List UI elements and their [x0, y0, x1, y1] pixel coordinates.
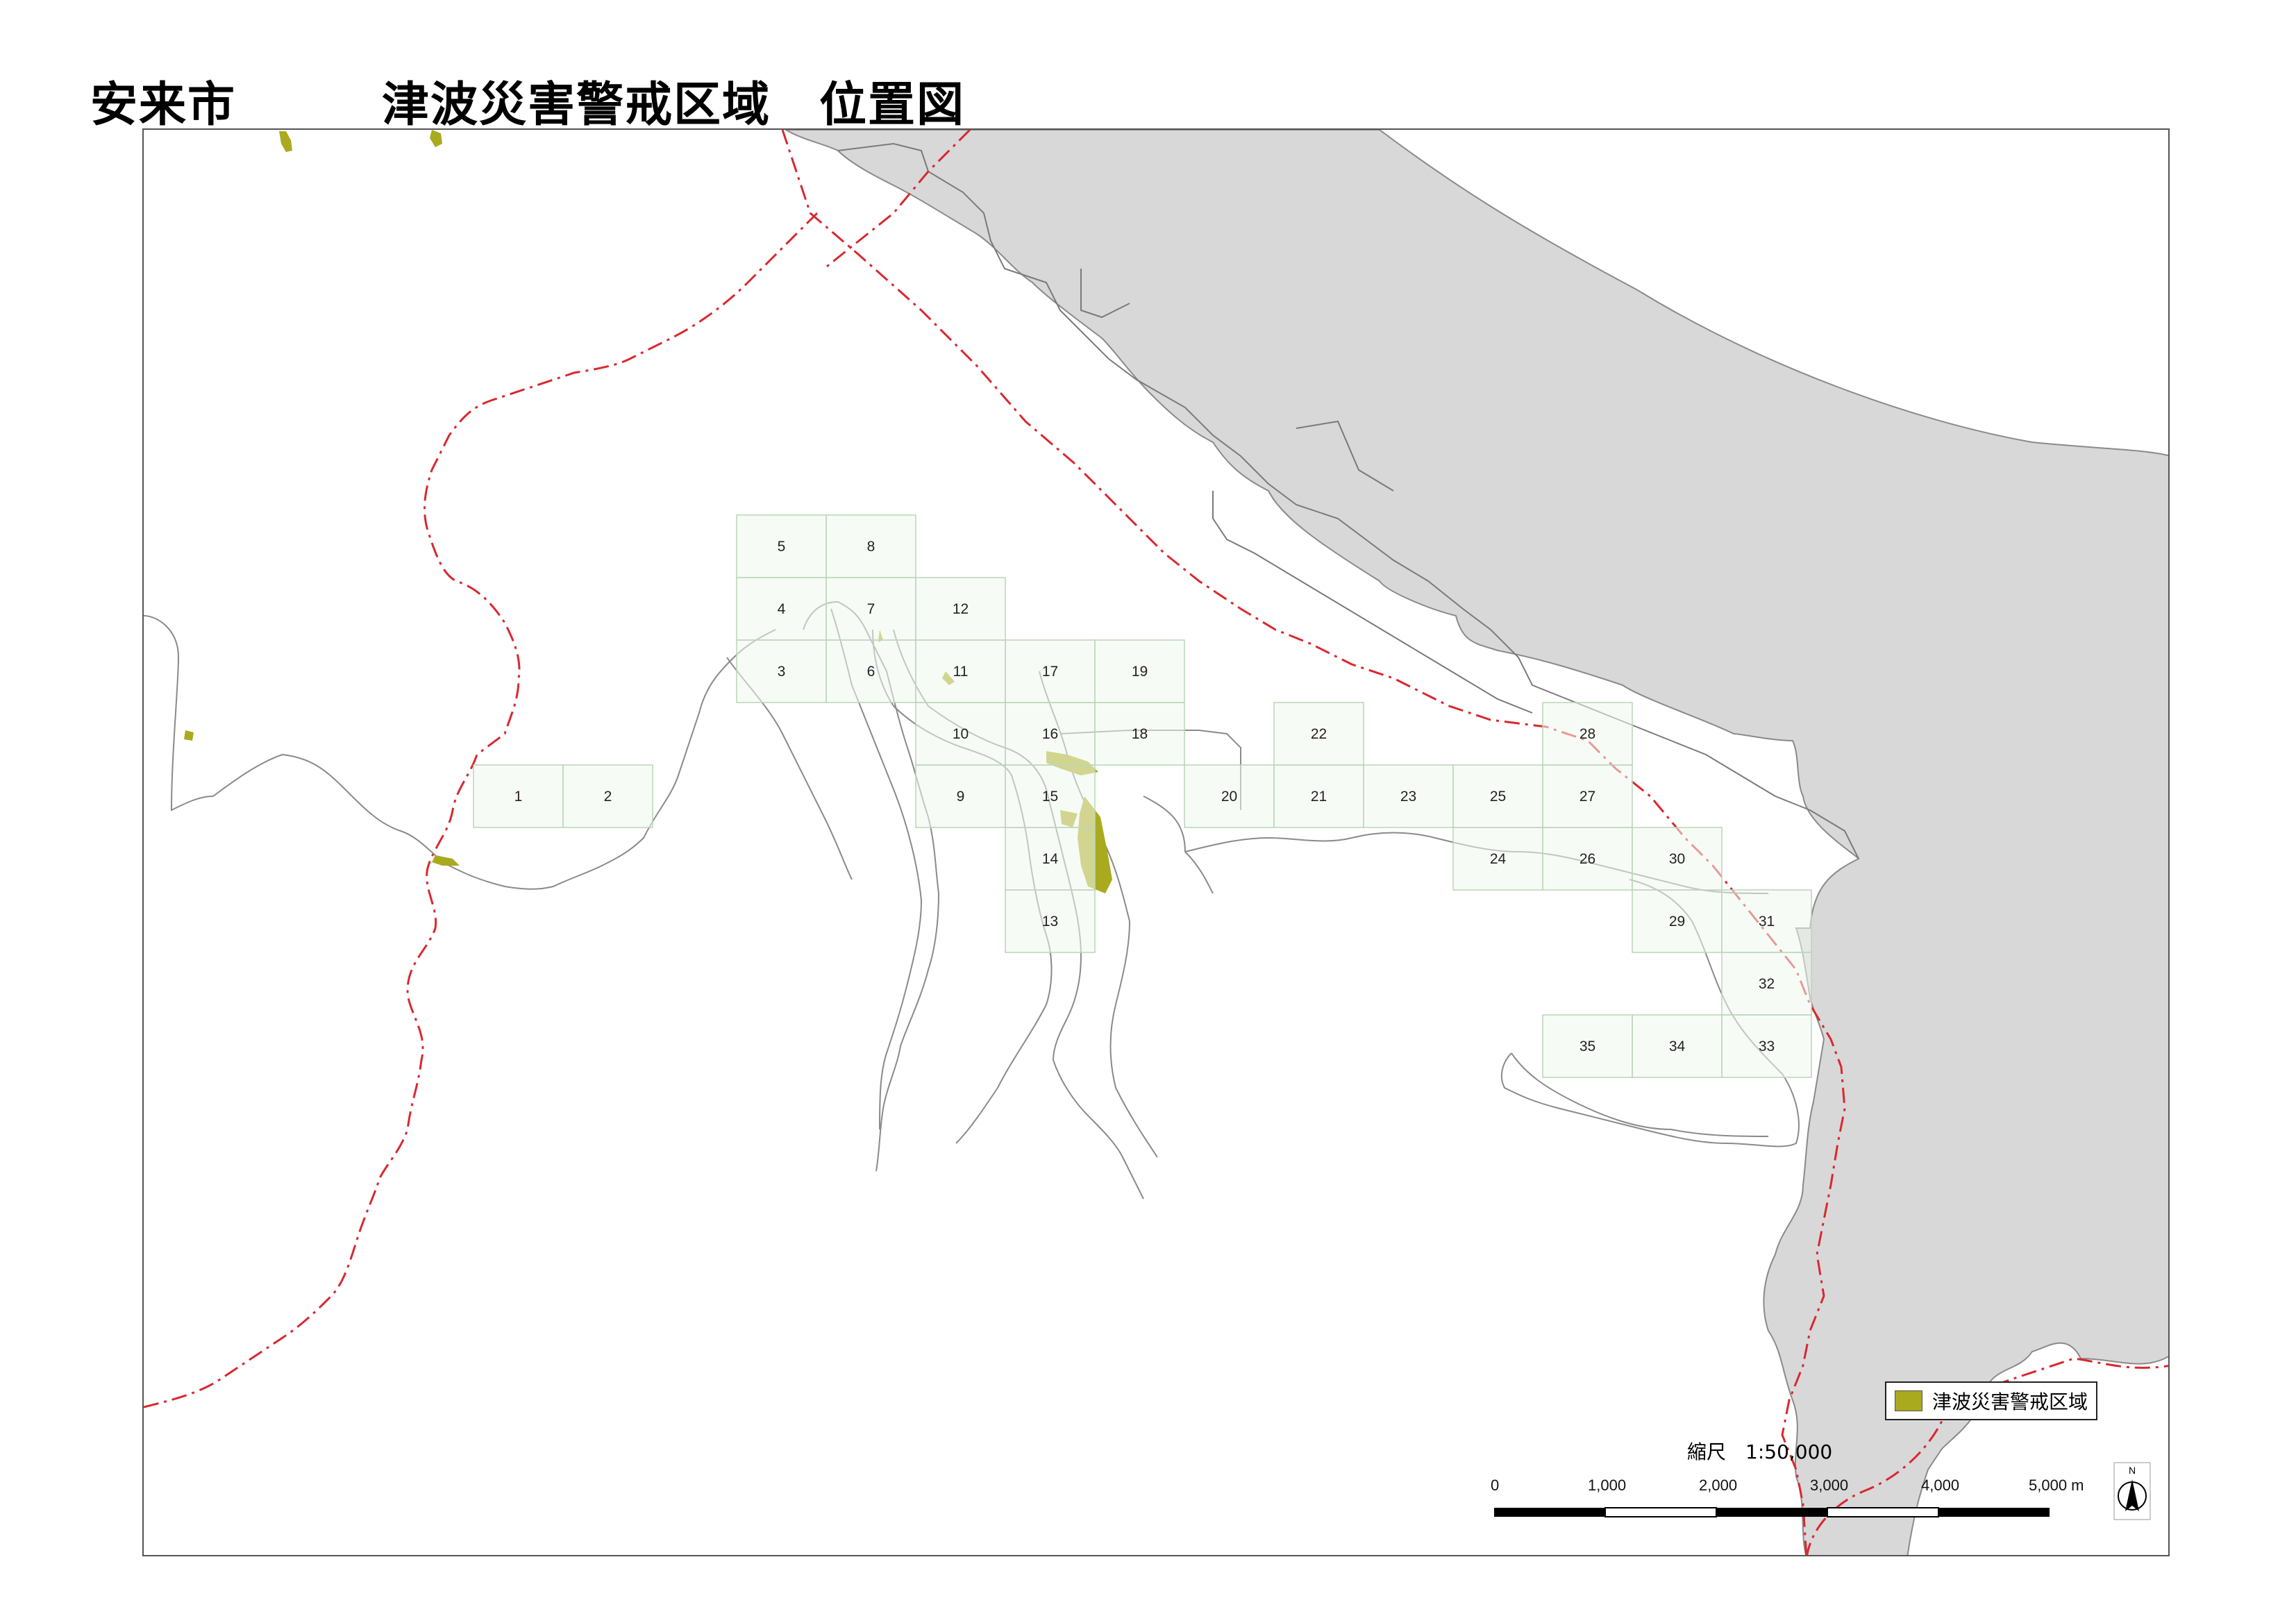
- grid-label: 16: [1042, 726, 1058, 742]
- grid-sheet-33[interactable]: 33: [1721, 1014, 1812, 1078]
- scale-tick: 1,000: [1588, 1477, 1626, 1494]
- grid-label: 13: [1042, 914, 1058, 930]
- grid-sheet-30[interactable]: 30: [1632, 827, 1723, 891]
- map-canvas[interactable]: 1 234567891011121314151617181920 212223242…: [144, 130, 2170, 1556]
- grid-label: 11: [953, 664, 969, 680]
- grid-label: 2: [604, 789, 612, 805]
- grid-label: 21: [1311, 789, 1327, 805]
- grid-sheet-15[interactable]: 15: [1005, 764, 1096, 828]
- grid-label: 14: [1042, 851, 1059, 867]
- grid-sheet-12[interactable]: 12: [915, 577, 1006, 641]
- grid-sheet-9[interactable]: 9: [915, 764, 1006, 828]
- grid-sheet-10[interactable]: 10: [915, 702, 1006, 766]
- grid-label: 27: [1579, 789, 1595, 805]
- scale-bar: 0 1,000 2,000 3,000 4,000 5,000 m: [1491, 1477, 2084, 1517]
- grid-sheet-8[interactable]: 8: [826, 514, 916, 578]
- grid-sheet-7[interactable]: 7: [826, 577, 916, 641]
- page-title: 安来市 津波災害警戒区域 位置図: [90, 78, 966, 133]
- grid-label: 1: [514, 789, 523, 805]
- scale-title: 縮尺 1:50,000: [1687, 1440, 1833, 1463]
- grid-label: 23: [1400, 789, 1416, 805]
- scale-tick: 0: [1491, 1477, 1499, 1494]
- grid-label: 9: [957, 789, 965, 805]
- grid-sheet-4[interactable]: 4: [736, 577, 827, 641]
- grid-sheet-29[interactable]: 29: [1632, 889, 1723, 953]
- grid-sheet-2[interactable]: 2: [562, 764, 653, 828]
- legend-swatch: [1895, 1390, 1922, 1411]
- grid-label: 35: [1579, 1038, 1595, 1054]
- grid-sheet-35[interactable]: 35: [1542, 1014, 1633, 1078]
- grid-label: 24: [1490, 851, 1507, 867]
- grid-label: 18: [1132, 726, 1148, 742]
- grid-label: 31: [1759, 914, 1775, 930]
- grid-sheet-16[interactable]: 16: [1005, 702, 1096, 766]
- grid-label: 6: [867, 664, 875, 680]
- scale-tick: 3,000: [1810, 1477, 1848, 1494]
- zone-polygon: [430, 130, 442, 147]
- north-letter: N: [2129, 1465, 2136, 1476]
- grid-sheet-31[interactable]: 31: [1721, 889, 1812, 953]
- grid-sheet-5[interactable]: 5: [736, 514, 827, 578]
- grid-label: 19: [1132, 664, 1148, 680]
- grid-label: 12: [953, 601, 969, 617]
- grid-sheet-3[interactable]: 3: [736, 639, 827, 703]
- grid-label: 17: [1042, 664, 1058, 680]
- grid-label: 29: [1669, 914, 1685, 930]
- grid-sheet-27[interactable]: 27: [1542, 764, 1633, 828]
- grid-label: 32: [1759, 976, 1775, 992]
- grid-sheet-18[interactable]: 18: [1094, 702, 1185, 766]
- grid-label: 28: [1579, 726, 1595, 742]
- grid-sheet-14[interactable]: 14: [1005, 827, 1096, 891]
- grid-label: 15: [1042, 789, 1058, 805]
- grid-sheet-13[interactable]: 13: [1005, 889, 1096, 953]
- grid-label: 34: [1669, 1038, 1686, 1054]
- grid-label: 4: [778, 601, 786, 617]
- grid-sheet-24[interactable]: 24: [1452, 827, 1543, 891]
- grid-label: 33: [1759, 1038, 1775, 1054]
- grid-sheet-22[interactable]: 22: [1273, 702, 1364, 766]
- scale-tick: 2,000: [1699, 1477, 1737, 1494]
- grid-label: 3: [778, 664, 786, 680]
- grid-label: 22: [1311, 726, 1327, 742]
- grid-sheet-19[interactable]: 19: [1094, 639, 1185, 703]
- grid-sheet-28[interactable]: 28: [1542, 702, 1633, 766]
- grid-sheet-1[interactable]: 1: [473, 764, 564, 828]
- grid-label: 8: [867, 539, 875, 555]
- grid-sheet-17[interactable]: 17: [1005, 639, 1096, 703]
- grid-label: 30: [1669, 851, 1685, 867]
- zone-polygon: [279, 131, 292, 152]
- grid-sheet-11[interactable]: 11: [915, 639, 1006, 703]
- grid-label: 20: [1221, 789, 1237, 805]
- scale-tick: 4,000: [1921, 1477, 1959, 1494]
- grid-label: 25: [1490, 789, 1506, 805]
- zone-polygon: [432, 855, 460, 866]
- map-frame[interactable]: 1 2 3 4 5 6 7 8 9 10 11 12 13 14 15 16 17 18 19 20 21 22 23 24 2…: [142, 128, 2170, 1556]
- grid-sheet-26[interactable]: 26: [1542, 827, 1633, 891]
- grid-label: 10: [953, 726, 969, 742]
- grid-sheet-25[interactable]: 25: [1452, 764, 1543, 828]
- north-arrow-icon: N: [2113, 1462, 2151, 1520]
- scale-tick: 5,000 m: [2029, 1477, 2084, 1494]
- grid-label: 5: [778, 539, 786, 555]
- zone-polygon: [184, 730, 194, 741]
- grid-sheet-23[interactable]: 23: [1363, 764, 1454, 828]
- grid-sheet-21[interactable]: 21: [1273, 764, 1364, 828]
- grid-sheet-6[interactable]: 6: [826, 639, 916, 703]
- grid-sheet-32[interactable]: 32: [1721, 952, 1812, 1016]
- grid-label: 26: [1579, 851, 1595, 867]
- grid-label: 7: [867, 601, 875, 617]
- legend-label: 津波災害警戒区域: [1932, 1390, 2088, 1413]
- grid-sheet-20[interactable]: 20: [1184, 764, 1275, 828]
- coastline-west: [144, 615, 776, 890]
- grid-sheet-34[interactable]: 34: [1632, 1014, 1723, 1078]
- map-legend: 津波災害警戒区域: [1885, 1381, 2098, 1420]
